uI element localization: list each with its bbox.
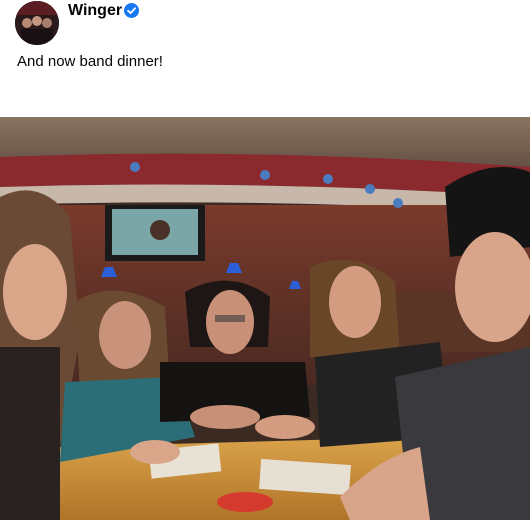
author-name[interactable]: Winger (68, 2, 122, 20)
post-text: And now band dinner! (17, 53, 163, 70)
band-dinner-photo[interactable] (0, 117, 530, 520)
post-header: Winger (0, 0, 530, 48)
author-avatar[interactable] (15, 1, 59, 45)
verified-checkmark-icon (124, 3, 139, 18)
